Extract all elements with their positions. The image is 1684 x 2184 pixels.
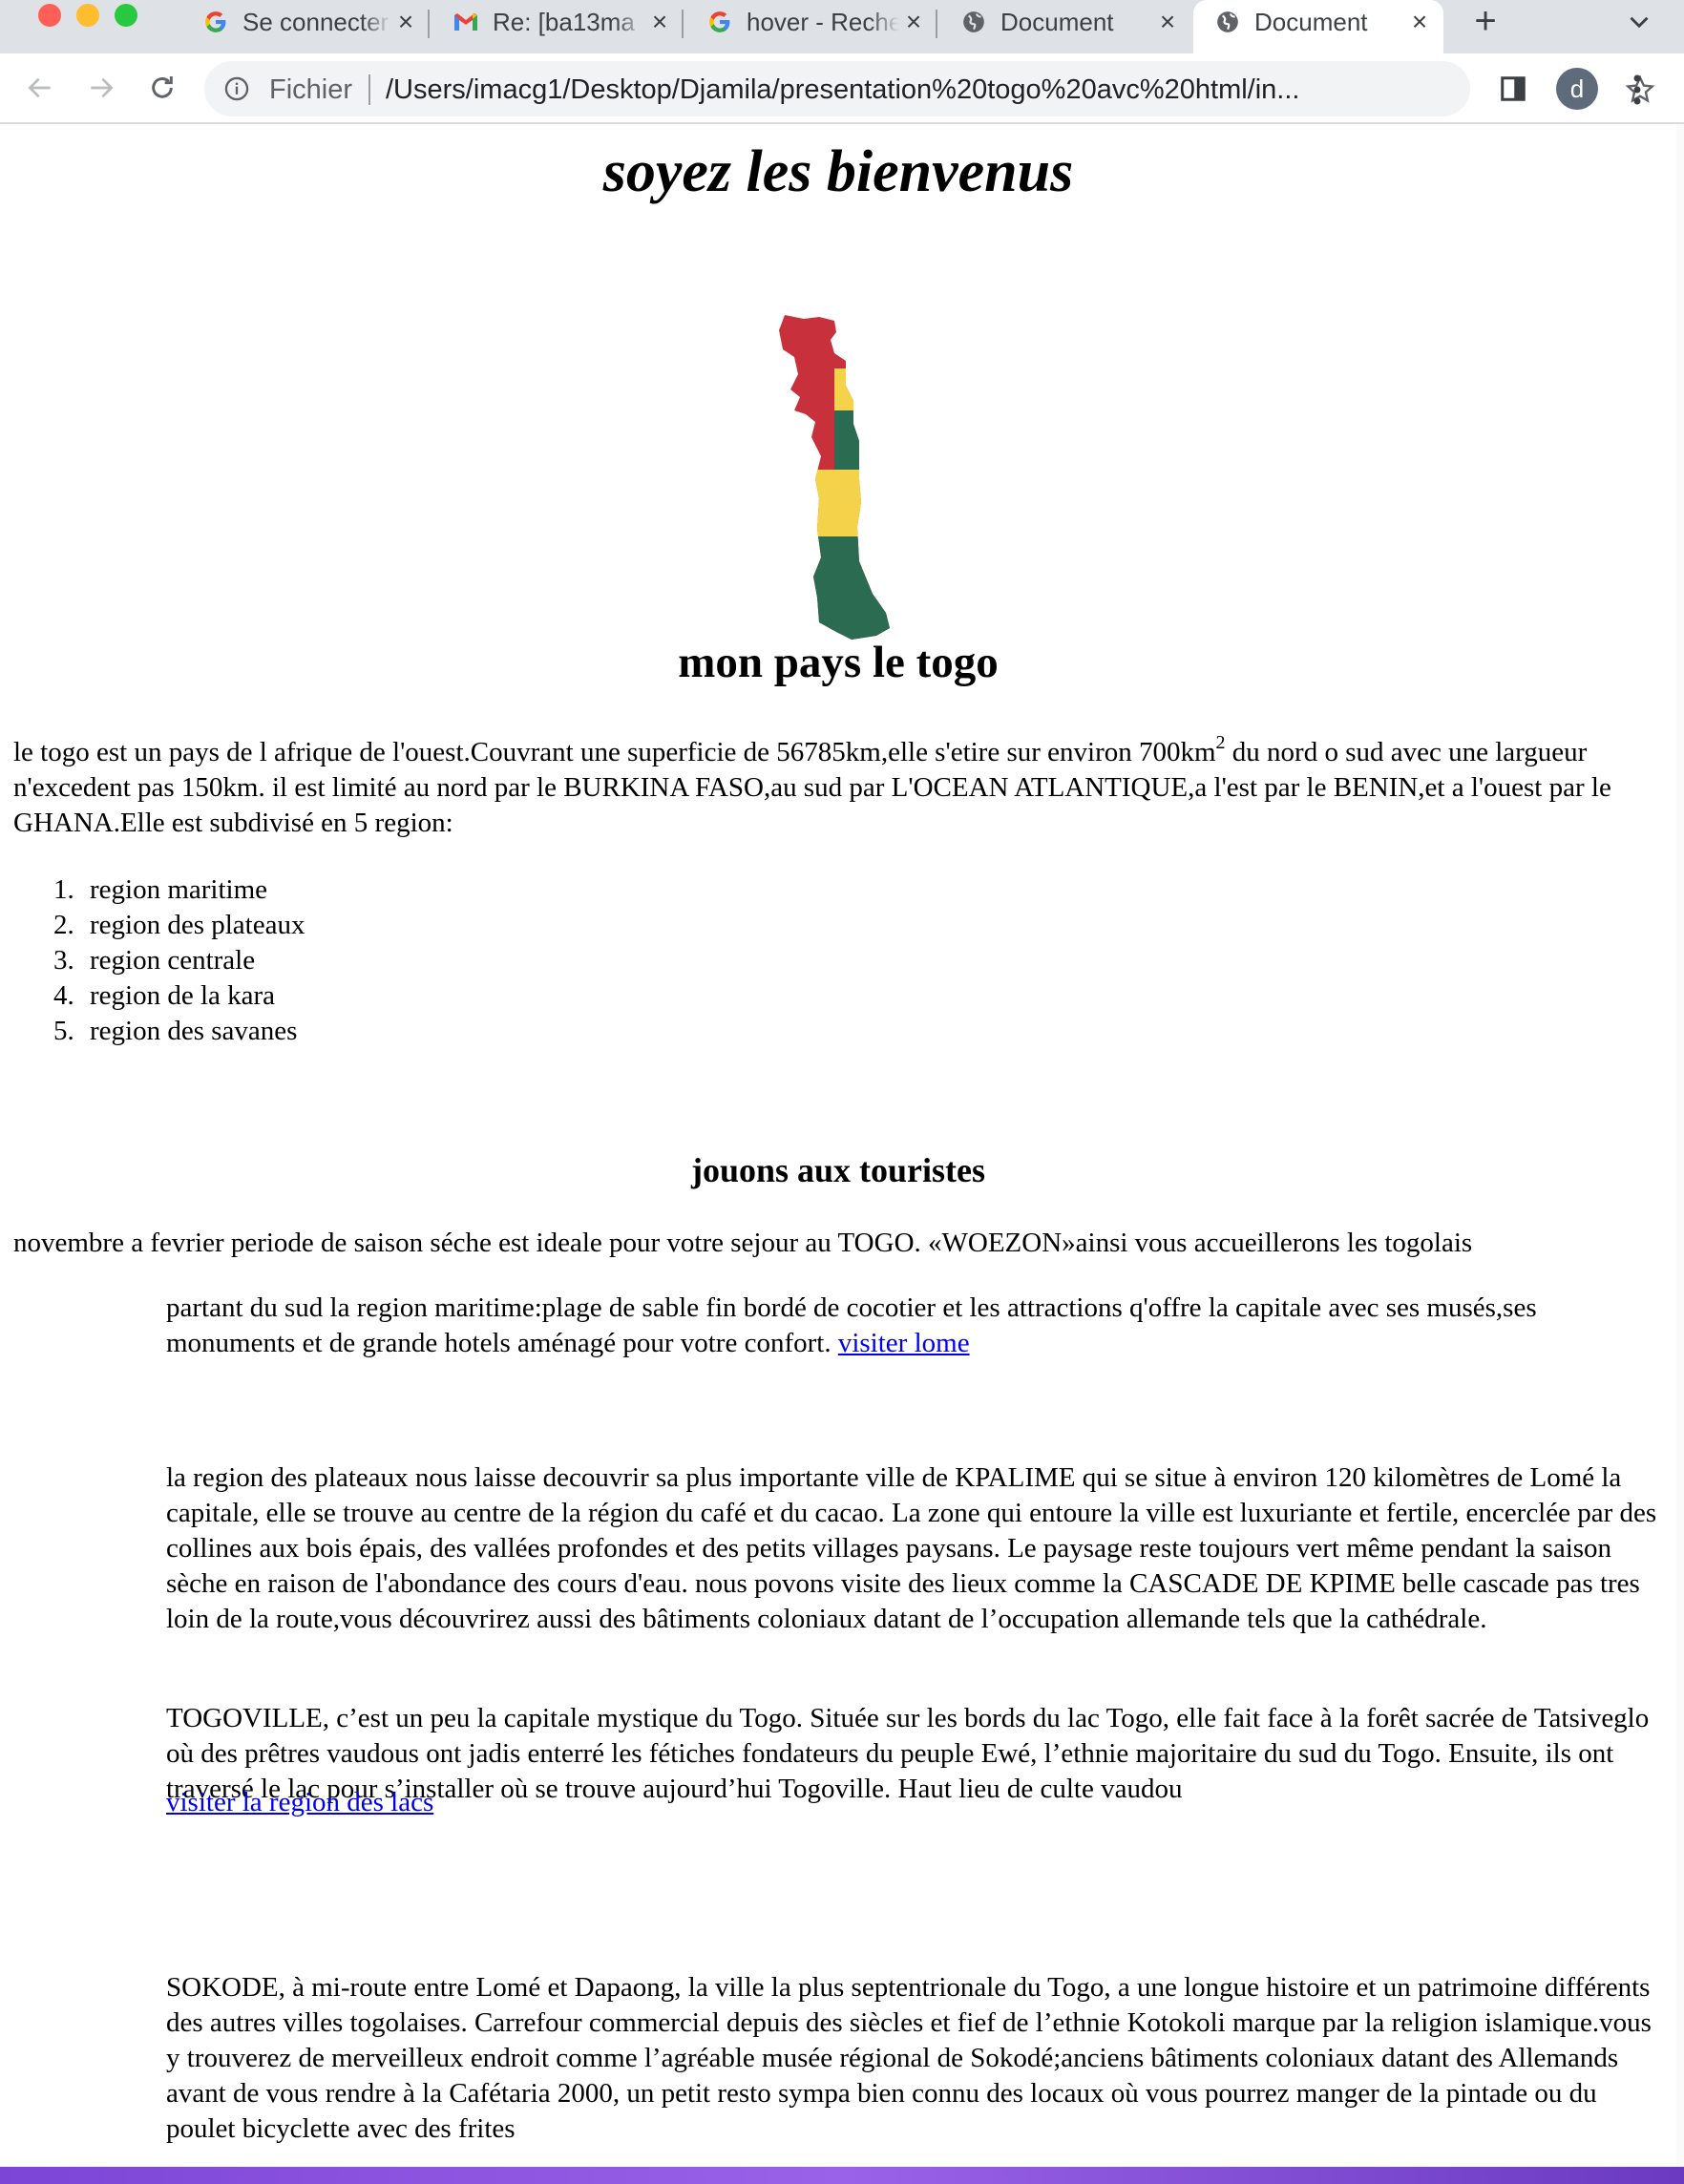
sokode-paragraph: SOKODE, à mi-route entre Lomé et Dapaong…: [166, 1972, 1652, 2144]
list-item-label: region des savanes: [90, 1016, 298, 1046]
list-number: 4.: [53, 980, 74, 1011]
close-icon[interactable]: ×: [391, 7, 420, 36]
browser-chrome: Se connecter × Re: [ba13ma × hover - Rec…: [0, 0, 1684, 124]
list-item-label: region centrale: [90, 945, 256, 976]
list-item: 1. region maritime: [53, 872, 817, 908]
tab-title: Re: [ba13ma: [493, 7, 635, 36]
list-item: 2. region des plateaux: [53, 908, 817, 943]
season-paragraph: novembre a fevrier periode de saison séc…: [13, 1228, 1473, 1258]
chevron-down-icon: [1630, 16, 1649, 29]
close-icon[interactable]: ×: [899, 7, 928, 36]
tab-divider: [682, 10, 684, 38]
back-button[interactable]: [19, 67, 61, 109]
visiter-region-des-lacs-link[interactable]: visiter la region des lacs: [166, 1787, 433, 1817]
tab-gmail[interactable]: Re: [ba13ma ×: [432, 0, 684, 44]
browser-toolbar: Fichier /Users/imacg1/Desktop/Djamila/pr…: [0, 53, 1684, 124]
page-title: soyez les bienvenus: [602, 139, 1074, 204]
list-number: 2.: [53, 910, 74, 940]
lacs-link-paragraph: visiter la region des lacs: [166, 1785, 1663, 1820]
tab-hover-recherche[interactable]: hover - Recherche ×: [685, 0, 937, 44]
globe-icon: [1214, 9, 1241, 35]
tab-title: Document: [1000, 7, 1114, 36]
page-content: soyez les bienvenus mon pays le togo le …: [0, 124, 1676, 2167]
visiter-lome-link[interactable]: visiter lome: [838, 1328, 970, 1358]
plateaux-paragraph: la region des plateaux nous laisse decou…: [166, 1462, 1657, 1634]
more-menu-icon[interactable]: [1623, 71, 1652, 109]
tab-document[interactable]: Document ×: [939, 0, 1191, 44]
tab-search-button[interactable]: [1623, 6, 1655, 38]
close-icon[interactable]: ×: [1405, 7, 1434, 36]
intro-text: le togo est un pays de l afrique de l'ou…: [13, 737, 1216, 767]
list-item: 5. region des savanes: [53, 1014, 817, 1049]
list-item-label: region des plateaux: [90, 910, 305, 940]
superscript: 2: [1215, 732, 1226, 754]
tab-se-connecter[interactable]: Se connecter ×: [181, 0, 430, 44]
address-bar[interactable]: Fichier /Users/imacg1/Desktop/Djamila/pr…: [204, 61, 1655, 116]
google-icon: [202, 9, 229, 35]
flag-green-stripe: [834, 410, 890, 470]
country-heading: mon pays le togo: [678, 638, 999, 687]
tab-document-active[interactable]: Document ×: [1193, 0, 1443, 53]
url-text[interactable]: /Users/imacg1/Desktop/Djamila/presentati…: [386, 74, 1350, 106]
flag-yellow-stripe: [834, 368, 890, 410]
list-item-label: region maritime: [90, 874, 268, 905]
close-icon[interactable]: ×: [645, 7, 674, 36]
reload-icon: [152, 76, 173, 98]
intro-paragraph: le togo est un pays de l afrique de l'ou…: [13, 732, 1663, 841]
minimize-window-button[interactable]: [76, 4, 99, 27]
list-number: 3.: [53, 945, 74, 976]
list-item-label: region de la kara: [90, 980, 276, 1011]
list-item: 3. region centrale: [53, 943, 817, 978]
close-icon[interactable]: ×: [1153, 7, 1182, 36]
side-panel-icon[interactable]: [1499, 74, 1527, 103]
close-window-button[interactable]: [38, 4, 61, 27]
desktop-background-strip: [0, 2167, 1684, 2184]
tab-title: Document: [1254, 7, 1368, 36]
arrow-right-icon: [91, 77, 114, 98]
forward-button[interactable]: [80, 67, 122, 109]
url-scheme-label: Fichier: [269, 74, 353, 105]
list-number: 5.: [53, 1016, 74, 1046]
reload-button[interactable]: [141, 67, 183, 109]
list-item: 4. region de la kara: [53, 978, 817, 1014]
tab-title: Se connecter: [242, 7, 389, 36]
flag-yellow-stripe: [779, 470, 890, 536]
regions-list: 1. region maritime 2. region des plateaux …: [53, 872, 817, 1049]
flag-green-stripe: [779, 536, 890, 640]
new-tab-button[interactable]: +: [1466, 2, 1505, 42]
list-number: 1.: [53, 874, 74, 905]
tab-divider: [428, 10, 430, 38]
arrow-left-icon: [28, 77, 51, 98]
url-divider: [368, 74, 370, 105]
maritime-paragraph: partant du sud la region maritime:plage …: [166, 1291, 1663, 1361]
info-icon[interactable]: [223, 75, 250, 102]
maximize-window-button[interactable]: [115, 4, 137, 27]
tourists-heading: jouons aux touristes: [690, 1151, 986, 1189]
scrollbar[interactable]: [1676, 124, 1684, 2167]
tab-title: hover - Recherche: [747, 7, 899, 36]
google-icon: [706, 9, 733, 35]
tab-divider: [936, 10, 937, 38]
globe-icon: [960, 9, 987, 35]
avatar[interactable]: d: [1556, 68, 1598, 110]
gmail-icon: [453, 9, 479, 35]
tab-strip: Se connecter × Re: [ba13ma × hover - Rec…: [0, 0, 1684, 53]
